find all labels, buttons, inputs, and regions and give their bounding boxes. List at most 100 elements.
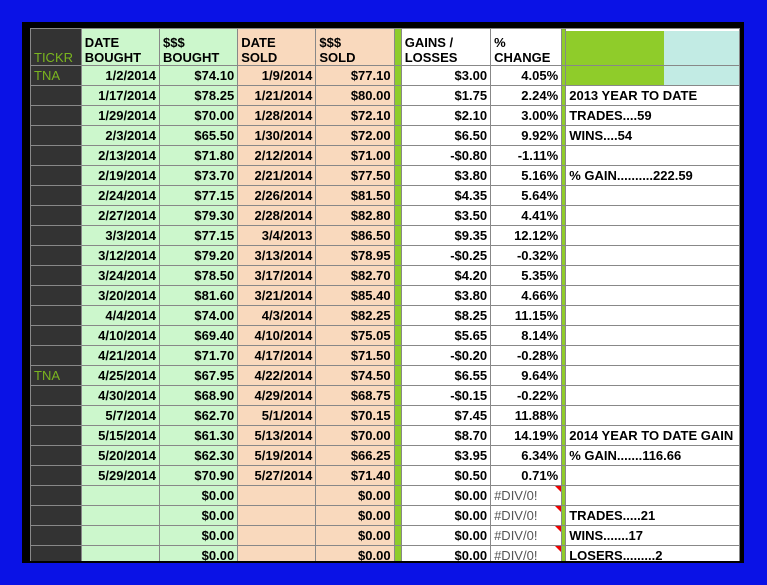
date-bought-cell[interactable]: 4/21/2014 bbox=[80, 345, 160, 366]
percent-change-cell[interactable]: 14.19% bbox=[490, 425, 563, 446]
gain-loss-cell[interactable]: $6.55 bbox=[400, 365, 492, 386]
date-sold-cell[interactable]: 3/13/2014 bbox=[237, 245, 317, 266]
percent-change-cell[interactable]: #DIV/0! bbox=[490, 545, 563, 561]
gain-loss-cell[interactable]: $3.80 bbox=[400, 165, 492, 186]
percent-change-cell[interactable]: #DIV/0! bbox=[490, 525, 563, 546]
date-bought-cell[interactable]: 3/24/2014 bbox=[80, 265, 160, 286]
gain-loss-cell[interactable]: $8.70 bbox=[400, 425, 492, 446]
price-bought-cell[interactable]: $77.15 bbox=[158, 185, 239, 206]
note-cell[interactable] bbox=[565, 185, 740, 206]
ticker-cell[interactable] bbox=[30, 85, 82, 106]
price-bought-cell[interactable]: $0.00 bbox=[158, 505, 239, 526]
price-sold-cell[interactable]: $68.75 bbox=[315, 385, 395, 406]
price-sold-cell[interactable]: $78.95 bbox=[315, 245, 395, 266]
date-sold-cell[interactable] bbox=[237, 485, 317, 506]
date-bought-cell[interactable]: 4/30/2014 bbox=[80, 385, 160, 406]
header-ticker[interactable]: TICKR bbox=[30, 28, 82, 66]
price-sold-cell[interactable]: $0.00 bbox=[315, 485, 395, 506]
ticker-cell[interactable] bbox=[30, 305, 82, 326]
price-bought-cell[interactable]: $0.00 bbox=[158, 485, 239, 506]
date-sold-cell[interactable]: 4/29/2014 bbox=[237, 385, 317, 406]
note-cell[interactable] bbox=[565, 265, 740, 286]
ticker-cell[interactable] bbox=[30, 245, 82, 266]
note-cell[interactable]: 2014 YEAR TO DATE GAIN bbox=[565, 425, 740, 446]
date-sold-cell[interactable]: 4/10/2014 bbox=[237, 325, 317, 346]
price-sold-cell[interactable]: $77.10 bbox=[315, 65, 395, 86]
price-sold-cell[interactable]: $82.70 bbox=[315, 265, 395, 286]
price-bought-cell[interactable]: $0.00 bbox=[158, 525, 239, 546]
percent-change-cell[interactable]: 0.71% bbox=[490, 465, 563, 486]
price-sold-cell[interactable]: $74.50 bbox=[315, 365, 395, 386]
ticker-cell[interactable]: TNA bbox=[30, 365, 82, 386]
ticker-cell[interactable] bbox=[30, 425, 82, 446]
percent-change-cell[interactable]: 3.00% bbox=[490, 105, 563, 126]
percent-change-cell[interactable]: 5.64% bbox=[490, 185, 563, 206]
price-bought-cell[interactable]: $81.60 bbox=[158, 285, 239, 306]
date-bought-cell[interactable]: 4/25/2014 bbox=[80, 365, 160, 386]
note-cell[interactable]: % GAIN.......116.66 bbox=[565, 445, 740, 466]
price-bought-cell[interactable]: $68.90 bbox=[158, 385, 239, 406]
percent-change-cell[interactable]: 4.41% bbox=[490, 205, 563, 226]
date-bought-cell[interactable]: 3/12/2014 bbox=[80, 245, 160, 266]
note-cell[interactable] bbox=[565, 345, 740, 366]
date-bought-cell[interactable] bbox=[80, 525, 160, 546]
percent-change-cell[interactable]: 4.05% bbox=[490, 65, 563, 86]
date-bought-cell[interactable]: 3/20/2014 bbox=[80, 285, 160, 306]
note-cell[interactable]: TRADES.....21 bbox=[565, 505, 740, 526]
date-bought-cell[interactable] bbox=[80, 485, 160, 506]
gain-loss-cell[interactable]: -$0.25 bbox=[400, 245, 492, 266]
date-sold-cell[interactable] bbox=[237, 545, 317, 561]
date-bought-cell[interactable] bbox=[80, 545, 160, 561]
price-bought-cell[interactable]: $78.50 bbox=[158, 265, 239, 286]
note-cell[interactable]: % GAIN..........222.59 bbox=[565, 165, 740, 186]
date-sold-cell[interactable]: 2/28/2014 bbox=[237, 205, 317, 226]
ticker-cell[interactable] bbox=[30, 325, 82, 346]
note-cell[interactable] bbox=[565, 285, 740, 306]
date-bought-cell[interactable]: 1/29/2014 bbox=[80, 105, 160, 126]
gain-loss-cell[interactable]: $3.95 bbox=[400, 445, 492, 466]
note-cell[interactable] bbox=[565, 465, 740, 486]
price-sold-cell[interactable]: $86.50 bbox=[315, 225, 395, 246]
price-bought-cell[interactable]: $74.10 bbox=[158, 65, 239, 86]
date-bought-cell[interactable]: 5/20/2014 bbox=[80, 445, 160, 466]
date-sold-cell[interactable]: 5/19/2014 bbox=[237, 445, 317, 466]
price-bought-cell[interactable]: $70.00 bbox=[158, 105, 239, 126]
price-sold-cell[interactable]: $82.80 bbox=[315, 205, 395, 226]
date-bought-cell[interactable]: 2/3/2014 bbox=[80, 125, 160, 146]
note-cell[interactable] bbox=[565, 65, 740, 86]
price-bought-cell[interactable]: $67.95 bbox=[158, 365, 239, 386]
note-cell[interactable] bbox=[565, 325, 740, 346]
date-bought-cell[interactable]: 5/7/2014 bbox=[80, 405, 160, 426]
percent-change-cell[interactable]: 9.64% bbox=[490, 365, 563, 386]
ticker-cell[interactable] bbox=[30, 345, 82, 366]
percent-change-cell[interactable]: 2.24% bbox=[490, 85, 563, 106]
date-sold-cell[interactable]: 1/28/2014 bbox=[237, 105, 317, 126]
percent-change-cell[interactable]: 5.16% bbox=[490, 165, 563, 186]
gain-loss-cell[interactable]: $8.25 bbox=[400, 305, 492, 326]
gain-loss-cell[interactable]: $3.50 bbox=[400, 205, 492, 226]
note-cell[interactable] bbox=[565, 485, 740, 506]
date-bought-cell[interactable]: 1/17/2014 bbox=[80, 85, 160, 106]
gain-loss-cell[interactable]: $3.80 bbox=[400, 285, 492, 306]
gain-loss-cell[interactable]: $0.50 bbox=[400, 465, 492, 486]
ticker-cell[interactable] bbox=[30, 405, 82, 426]
price-sold-cell[interactable]: $70.15 bbox=[315, 405, 395, 426]
date-bought-cell[interactable]: 2/27/2014 bbox=[80, 205, 160, 226]
percent-change-cell[interactable]: #DIV/0! bbox=[490, 505, 563, 526]
note-cell[interactable]: WINS.......17 bbox=[565, 525, 740, 546]
date-sold-cell[interactable]: 1/21/2014 bbox=[237, 85, 317, 106]
price-bought-cell[interactable]: $70.90 bbox=[158, 465, 239, 486]
ticker-cell[interactable] bbox=[30, 185, 82, 206]
note-cell[interactable] bbox=[565, 385, 740, 406]
ticker-cell[interactable] bbox=[30, 165, 82, 186]
ticker-cell[interactable] bbox=[30, 285, 82, 306]
header-date-bought[interactable]: DATE BOUGHT bbox=[80, 28, 160, 66]
price-sold-cell[interactable]: $66.25 bbox=[315, 445, 395, 466]
ticker-cell[interactable] bbox=[30, 385, 82, 406]
note-cell[interactable] bbox=[565, 305, 740, 326]
date-sold-cell[interactable]: 4/3/2014 bbox=[237, 305, 317, 326]
date-sold-cell[interactable]: 2/21/2014 bbox=[237, 165, 317, 186]
date-sold-cell[interactable]: 5/13/2014 bbox=[237, 425, 317, 446]
gain-loss-cell[interactable]: -$0.15 bbox=[400, 385, 492, 406]
price-bought-cell[interactable]: $61.30 bbox=[158, 425, 239, 446]
